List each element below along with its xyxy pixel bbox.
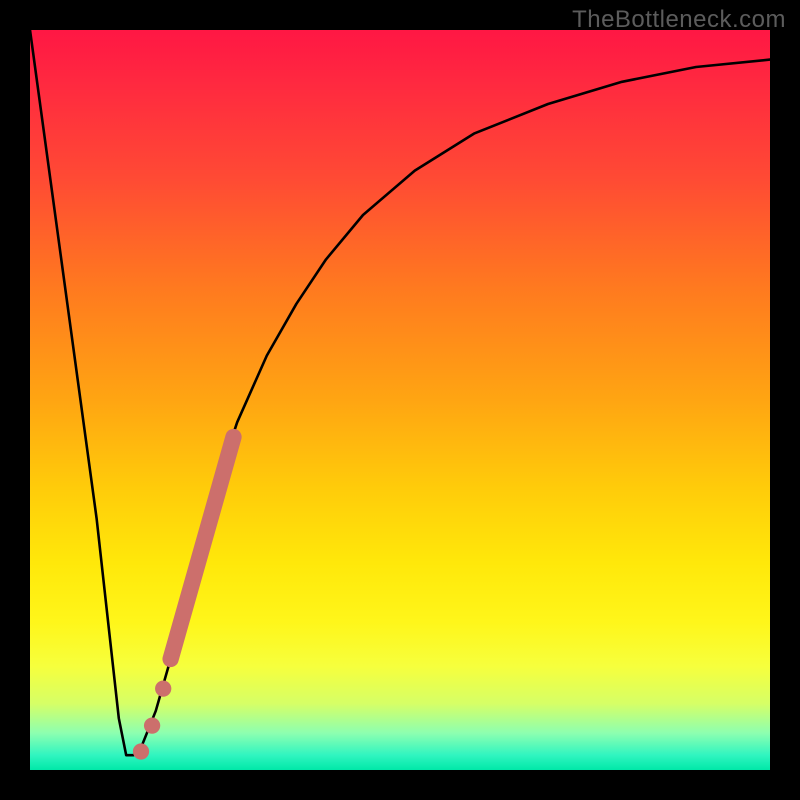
watermark-text: TheBottleneck.com xyxy=(572,6,786,34)
chart-frame: TheBottleneck.com xyxy=(0,0,800,800)
plot-area xyxy=(30,30,770,770)
bottleneck-curve xyxy=(30,30,770,755)
highlight-dot xyxy=(155,680,171,696)
highlight-dot xyxy=(144,717,160,733)
curve-layer xyxy=(30,30,770,770)
highlight-markers xyxy=(133,437,234,760)
highlight-thick-segment xyxy=(171,437,234,659)
highlight-dot xyxy=(133,743,149,759)
